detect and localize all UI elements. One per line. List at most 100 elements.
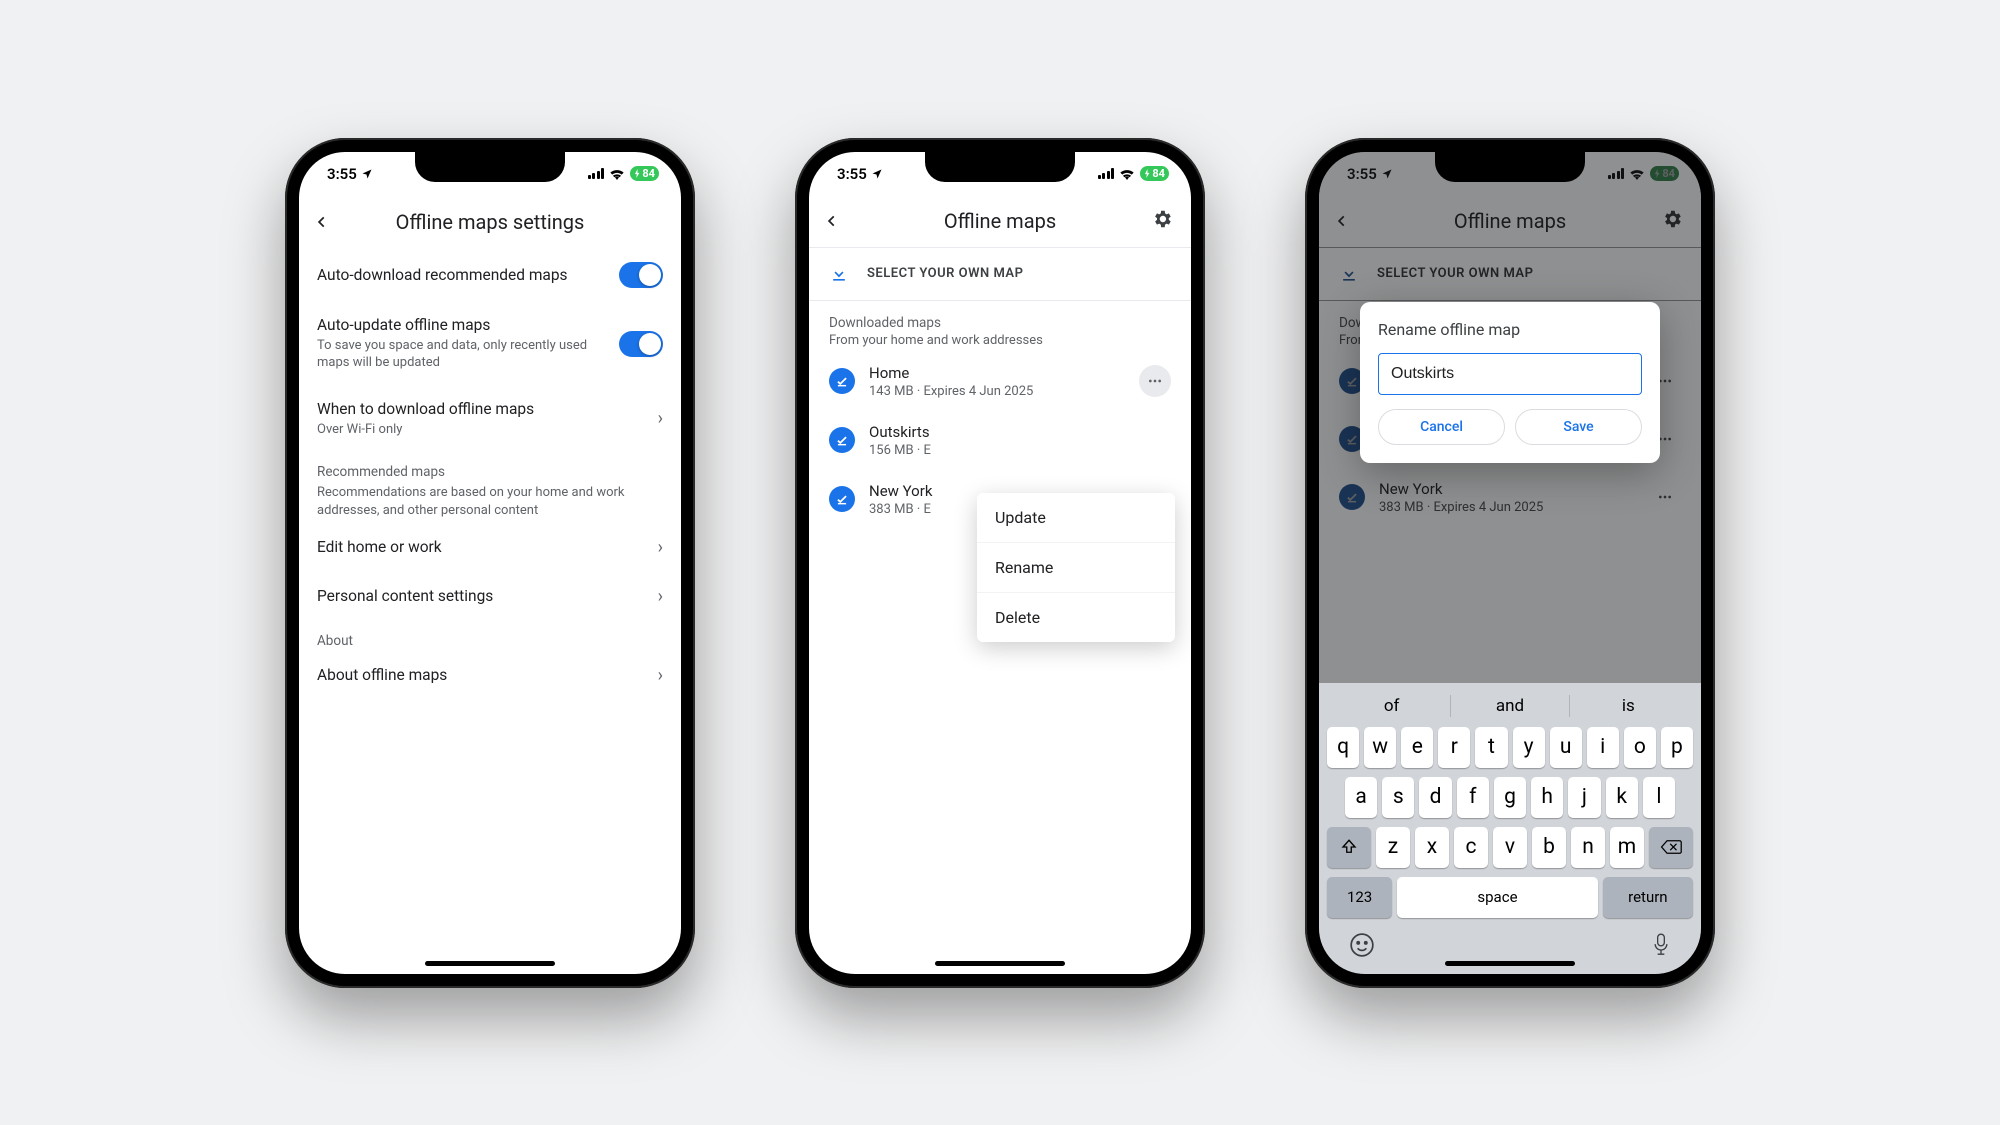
chevron-right-icon: › <box>658 408 663 429</box>
gear-icon <box>1151 208 1173 230</box>
menu-update[interactable]: Update <box>977 493 1175 542</box>
key-b[interactable]: b <box>1532 827 1566 868</box>
map-item-home[interactable]: Home 143 MB · Expires 4 Jun 2025 <box>809 352 1191 411</box>
setting-label: Auto-download recommended maps <box>317 266 619 284</box>
key-z[interactable]: z <box>1376 827 1410 868</box>
menu-delete[interactable]: Delete <box>977 592 1175 642</box>
map-meta: 156 MB · E <box>869 443 1171 458</box>
setting-edit-home-work[interactable]: Edit home or work › <box>299 523 681 572</box>
toggle-auto-update[interactable] <box>619 331 663 357</box>
key-x[interactable]: x <box>1415 827 1449 868</box>
downloaded-maps-header: Downloaded maps From your home and work … <box>809 301 1191 352</box>
return-key[interactable]: return <box>1603 877 1693 918</box>
setting-auto-download[interactable]: Auto-download recommended maps <box>299 248 681 302</box>
setting-when-download[interactable]: When to download offline maps Over Wi-Fi… <box>299 386 681 453</box>
keyboard-row-2: a s d f g h j k l <box>1323 777 1697 827</box>
microphone-icon[interactable] <box>1651 932 1671 958</box>
key-f[interactable]: f <box>1457 777 1489 818</box>
rename-input[interactable] <box>1378 353 1642 395</box>
context-menu: Update Rename Delete <box>977 493 1175 642</box>
section-about: About <box>299 621 681 651</box>
key-t[interactable]: t <box>1475 727 1507 768</box>
map-name: Home <box>869 364 1125 382</box>
chevron-right-icon: › <box>658 665 663 686</box>
cellular-signal-icon <box>588 168 605 179</box>
key-i[interactable]: i <box>1587 727 1619 768</box>
shift-icon <box>1340 838 1358 856</box>
suggestion[interactable]: of <box>1333 696 1450 716</box>
rename-dialog: Rename offline map Cancel Save <box>1360 302 1660 463</box>
key-l[interactable]: l <box>1643 777 1675 818</box>
key-q[interactable]: q <box>1327 727 1359 768</box>
key-a[interactable]: a <box>1345 777 1377 818</box>
status-time: 3:55 <box>837 165 867 183</box>
downloaded-badge-icon <box>829 486 855 512</box>
setting-auto-update[interactable]: Auto-update offline maps To save you spa… <box>299 302 681 386</box>
key-p[interactable]: p <box>1661 727 1693 768</box>
keyboard-row-3: z x c v b n m <box>1323 827 1697 877</box>
settings-button[interactable] <box>1151 208 1173 234</box>
key-r[interactable]: r <box>1438 727 1470 768</box>
menu-rename[interactable]: Rename <box>977 542 1175 592</box>
setting-label: Edit home or work <box>317 538 658 556</box>
download-icon <box>829 264 849 284</box>
key-g[interactable]: g <box>1494 777 1526 818</box>
key-v[interactable]: v <box>1493 827 1527 868</box>
notch <box>1435 152 1585 182</box>
back-button[interactable] <box>315 215 339 229</box>
emoji-icon[interactable] <box>1349 932 1375 958</box>
numbers-key[interactable]: 123 <box>1327 877 1392 918</box>
shift-key[interactable] <box>1327 827 1371 868</box>
key-k[interactable]: k <box>1606 777 1638 818</box>
wifi-icon <box>609 168 625 180</box>
cancel-button[interactable]: Cancel <box>1378 409 1505 445</box>
keyboard-row-4: 123 space return <box>1323 877 1697 924</box>
home-indicator[interactable] <box>425 961 555 966</box>
setting-label: When to download offline maps <box>317 400 658 418</box>
setting-label: Auto-update offline maps <box>317 316 619 334</box>
keyboard-suggestions: of and is <box>1323 691 1697 727</box>
phone-1: 3:55 84 Offline maps settings Auto-downl… <box>285 138 695 988</box>
select-own-map-button[interactable]: SELECT YOUR OWN MAP <box>809 248 1191 301</box>
cellular-signal-icon <box>1098 168 1115 179</box>
toggle-auto-download[interactable] <box>619 262 663 288</box>
key-w[interactable]: w <box>1364 727 1396 768</box>
space-key[interactable]: space <box>1397 877 1598 918</box>
backspace-key[interactable] <box>1649 827 1693 868</box>
setting-label: About offline maps <box>317 666 658 684</box>
suggestion[interactable]: is <box>1570 696 1687 716</box>
key-c[interactable]: c <box>1454 827 1488 868</box>
chevron-right-icon: › <box>658 586 663 607</box>
map-meta: 143 MB · Expires 4 Jun 2025 <box>869 384 1125 399</box>
setting-label: Personal content settings <box>317 587 658 605</box>
save-button[interactable]: Save <box>1515 409 1642 445</box>
downloaded-badge-icon <box>829 368 855 394</box>
key-u[interactable]: u <box>1550 727 1582 768</box>
map-item-outskirts[interactable]: Outskirts 156 MB · E <box>809 411 1191 470</box>
setting-personal-content[interactable]: Personal content settings › <box>299 572 681 621</box>
key-j[interactable]: j <box>1568 777 1600 818</box>
wifi-icon <box>1119 168 1135 180</box>
keyboard-row-1: q w e r t y u i o p <box>1323 727 1697 777</box>
backspace-icon <box>1660 839 1682 855</box>
key-m[interactable]: m <box>1610 827 1644 868</box>
key-s[interactable]: s <box>1382 777 1414 818</box>
dots-horizontal-icon <box>1147 373 1163 389</box>
key-e[interactable]: e <box>1401 727 1433 768</box>
key-y[interactable]: y <box>1513 727 1545 768</box>
section-recommended: Recommended maps Recommendations are bas… <box>299 452 681 522</box>
home-indicator[interactable] <box>935 961 1065 966</box>
key-h[interactable]: h <box>1531 777 1563 818</box>
back-button[interactable] <box>825 214 849 228</box>
setting-about-offline-maps[interactable]: About offline maps › <box>299 651 681 700</box>
key-o[interactable]: o <box>1624 727 1656 768</box>
more-options-button[interactable] <box>1139 365 1171 397</box>
setting-sublabel: Over Wi-Fi only <box>317 421 658 439</box>
key-n[interactable]: n <box>1571 827 1605 868</box>
page-title: Offline maps <box>809 209 1191 233</box>
location-arrow-icon <box>361 168 373 180</box>
home-indicator[interactable] <box>1445 961 1575 966</box>
keyboard: of and is q w e r t y u i o p a s <box>1319 683 1701 974</box>
key-d[interactable]: d <box>1419 777 1451 818</box>
suggestion[interactable]: and <box>1451 696 1568 716</box>
